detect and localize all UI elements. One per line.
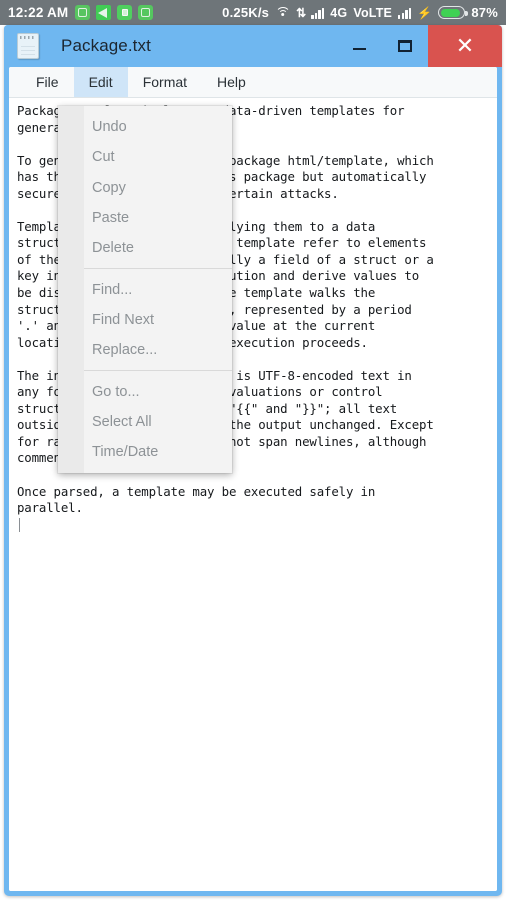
window-title: Package.txt <box>61 36 151 55</box>
minimize-icon <box>352 47 366 51</box>
menu-item-paste[interactable]: Paste <box>58 203 232 233</box>
battery-icon <box>438 6 468 19</box>
menu-item-time-date[interactable]: Time/Date <box>58 437 232 467</box>
menu-item-replace[interactable]: Replace... <box>58 335 232 365</box>
signal-bars-icon <box>311 7 325 19</box>
close-icon: ✕ <box>455 33 475 58</box>
notepad-icon <box>17 33 39 59</box>
status-right-group: 0.25K/s ⇅ 4G VoLTE ⚡ 87% <box>222 5 498 20</box>
menu-item-delete[interactable]: Delete <box>58 233 232 263</box>
menu-edit[interactable]: Edit <box>73 67 128 97</box>
app-notification-icon <box>75 5 91 20</box>
menu-help[interactable]: Help <box>202 67 261 97</box>
menu-item-undo[interactable]: Undo <box>58 112 232 142</box>
media-play-icon <box>96 5 112 20</box>
data-transfer-icon: ⇅ <box>296 5 306 20</box>
screen: 12:22 AM 0.25K/s ⇅ 4G VoLTE ⚡ 87% Packag… <box>0 0 506 900</box>
network-type-label: 4G <box>330 5 348 20</box>
menu-item-copy[interactable]: Copy <box>58 173 232 203</box>
data-rate-label: 0.25K/s <box>222 5 270 20</box>
maximize-icon <box>398 40 412 52</box>
text-caret <box>19 517 20 532</box>
menu-item-go-to[interactable]: Go to... <box>58 376 232 406</box>
menu-item-find[interactable]: Find... <box>58 274 232 304</box>
charging-bolt-icon: ⚡ <box>417 5 433 20</box>
edit-dropdown-menu: Undo Cut Copy Paste Delete Find... Find … <box>58 106 232 474</box>
menu-file[interactable]: File <box>21 67 74 97</box>
battery-percent-label: 87% <box>471 5 498 20</box>
menu-item-select-all[interactable]: Select All <box>58 407 232 437</box>
android-status-bar: 12:22 AM 0.25K/s ⇅ 4G VoLTE ⚡ 87% <box>0 0 506 25</box>
window-controls: ✕ <box>336 25 502 67</box>
menu-separator-1 <box>84 268 232 270</box>
menu-separator-2 <box>84 370 232 372</box>
maximize-button[interactable] <box>382 25 428 67</box>
wifi-icon <box>275 6 291 19</box>
notification-icons <box>75 5 154 20</box>
app-notification-icon-2 <box>138 5 154 20</box>
menu-format[interactable]: Format <box>128 67 202 97</box>
minimize-button[interactable] <box>336 25 382 67</box>
menu-item-find-next[interactable]: Find Next <box>58 305 232 335</box>
window-titlebar[interactable]: Package.txt ✕ <box>4 25 502 67</box>
status-clock: 12:22 AM <box>8 5 69 20</box>
battery-saver-icon <box>117 5 133 20</box>
volte-label: VoLTE <box>353 5 393 20</box>
menu-bar: File Edit Format Help <box>9 67 497 98</box>
signal-bars-icon-2 <box>398 7 412 19</box>
menu-item-cut[interactable]: Cut <box>58 142 232 172</box>
close-button[interactable]: ✕ <box>428 25 502 67</box>
